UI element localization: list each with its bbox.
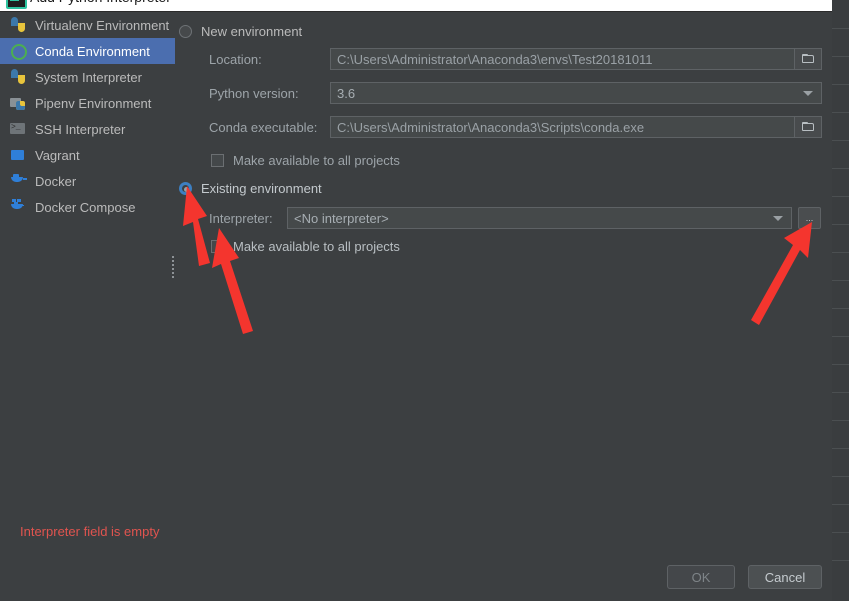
window-title: Add Python Interpreter bbox=[30, 0, 171, 5]
sidebar-item-label: Pipenv Environment bbox=[35, 95, 152, 111]
conda-executable-field[interactable]: C:\Users\Administrator\Anaconda3\Scripts… bbox=[330, 116, 822, 138]
background-ide-strip bbox=[831, 0, 849, 601]
existing-make-available-checkbox[interactable] bbox=[211, 240, 224, 253]
existing-make-available-row[interactable]: Make available to all projects bbox=[211, 239, 400, 254]
new-make-available-label: Make available to all projects bbox=[233, 153, 400, 168]
python-venv-icon: ✓ bbox=[10, 17, 27, 35]
new-environment-label: New environment bbox=[201, 24, 303, 39]
error-message: Interpreter field is empty bbox=[20, 524, 160, 539]
python-version-value: 3.6 bbox=[337, 85, 356, 101]
chevron-down-icon bbox=[803, 91, 813, 96]
new-make-available-row[interactable]: Make available to all projects bbox=[211, 153, 400, 168]
pipenv-folder-icon bbox=[10, 95, 26, 111]
sidebar-item-pipenv-environment[interactable]: Pipenv Environment bbox=[0, 90, 175, 116]
conda-ring-icon bbox=[10, 43, 27, 60]
interpreter-combo[interactable]: <No interpreter> bbox=[287, 207, 792, 229]
sidebar-item-label: SSH Interpreter bbox=[35, 121, 126, 137]
sidebar-item-virtualenv-environment[interactable]: ✓ Virtualenv Environment bbox=[0, 12, 175, 38]
interpreter-browse-button[interactable]: ... bbox=[798, 207, 821, 229]
location-label: Location: bbox=[209, 52, 262, 67]
python-version-label: Python version: bbox=[209, 86, 299, 101]
python-version-combo[interactable]: 3.6 bbox=[330, 82, 822, 104]
chevron-down-icon bbox=[773, 216, 783, 221]
vagrant-icon bbox=[10, 147, 26, 163]
existing-environment-label: Existing environment bbox=[201, 181, 322, 196]
sidebar-item-label: System Interpreter bbox=[35, 69, 142, 85]
sidebar-item-label: Docker Compose bbox=[35, 199, 136, 215]
environment-type-sidebar: ✓ Virtualenv Environment Conda Environme… bbox=[0, 12, 175, 601]
sidebar-item-ssh-interpreter[interactable]: SSH Interpreter bbox=[0, 116, 175, 142]
folder-icon bbox=[801, 122, 815, 132]
conda-executable-label: Conda executable: bbox=[209, 120, 318, 135]
existing-make-available-label: Make available to all projects bbox=[233, 239, 400, 254]
sidebar-item-docker-compose[interactable]: Docker Compose bbox=[0, 194, 175, 220]
add-python-interpreter-dialog: Add Python Interpreter ✕ ✓ Virtualenv En… bbox=[0, 0, 849, 601]
interpreter-value: <No interpreter> bbox=[294, 210, 389, 226]
sidebar-item-conda-environment[interactable]: Conda Environment bbox=[0, 38, 175, 64]
sidebar-item-label: Vagrant bbox=[35, 147, 80, 163]
sidebar-item-vagrant[interactable]: Vagrant bbox=[0, 142, 175, 168]
new-make-available-checkbox[interactable] bbox=[211, 154, 224, 167]
conda-executable-browse-button[interactable] bbox=[794, 117, 821, 137]
sidebar-item-system-interpreter[interactable]: System Interpreter bbox=[0, 64, 175, 90]
terminal-icon bbox=[10, 121, 26, 137]
new-environment-radio[interactable] bbox=[179, 25, 192, 38]
pycharm-icon bbox=[6, 0, 27, 9]
conda-executable-value: C:\Users\Administrator\Anaconda3\Scripts… bbox=[337, 119, 645, 135]
interpreter-label: Interpreter: bbox=[209, 211, 273, 226]
sidebar-item-label: Docker bbox=[35, 173, 77, 189]
interpreter-browse-label: ... bbox=[805, 212, 814, 223]
folder-icon bbox=[801, 54, 815, 64]
location-browse-button[interactable] bbox=[794, 49, 821, 69]
new-environment-radio-row[interactable]: New environment bbox=[179, 24, 302, 39]
cancel-button[interactable]: Cancel bbox=[748, 565, 822, 589]
conda-environment-panel: New environment Location: C:\Users\Admin… bbox=[175, 12, 832, 601]
window-title-bar: Add Python Interpreter ✕ bbox=[0, 0, 832, 11]
existing-environment-radio[interactable] bbox=[179, 182, 192, 195]
python-icon bbox=[10, 69, 26, 85]
docker-compose-icon bbox=[10, 199, 26, 215]
dialog-body: ✓ Virtualenv Environment Conda Environme… bbox=[0, 12, 832, 601]
existing-environment-radio-row[interactable]: Existing environment bbox=[179, 181, 322, 196]
location-value: C:\Users\Administrator\Anaconda3\envs\Te… bbox=[337, 51, 653, 67]
sidebar-item-docker[interactable]: Docker bbox=[0, 168, 175, 194]
sidebar-item-label: Conda Environment bbox=[35, 43, 150, 59]
docker-whale-icon bbox=[10, 173, 26, 189]
location-field[interactable]: C:\Users\Administrator\Anaconda3\envs\Te… bbox=[330, 48, 822, 70]
close-icon[interactable]: ✕ bbox=[810, 0, 823, 4]
sidebar-item-label: Virtualenv Environment bbox=[35, 17, 170, 33]
ok-button[interactable]: OK bbox=[667, 565, 735, 589]
